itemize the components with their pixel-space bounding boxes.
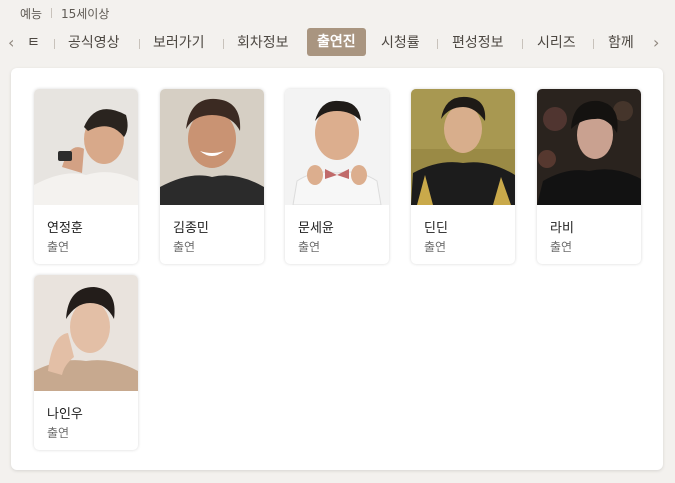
tab-ratings[interactable]: 시청률	[381, 29, 420, 57]
tab-watch[interactable]: 보러가기	[153, 29, 205, 57]
cast-role: 출연	[47, 426, 70, 440]
tab-episodes[interactable]: 회차정보	[237, 29, 289, 57]
cast-name: 연정훈	[47, 221, 83, 236]
cast-role: 출연	[298, 240, 321, 254]
cast-name: 김종민	[173, 221, 209, 236]
cast-card[interactable]: 김종민 출연	[160, 89, 264, 264]
tab-together[interactable]: 함께	[608, 29, 634, 57]
cast-role: 출연	[47, 240, 70, 254]
cast-role: 출연	[424, 240, 447, 254]
cast-photo	[34, 89, 138, 205]
cast-photo	[285, 89, 389, 205]
tab-cast[interactable]: 출연진	[307, 28, 366, 56]
tab-divider	[54, 39, 55, 49]
cast-name: 나인우	[47, 407, 83, 422]
cast-card[interactable]: 나인우 출연	[34, 275, 138, 450]
cast-card[interactable]: 문세윤 출연	[285, 89, 389, 264]
cast-photo	[34, 275, 138, 391]
program-tab-nav: ‹ ㅌ 공식영상 보러가기 회차정보 출연진 시청률 편성정보 시리즈 함께 ›	[0, 27, 675, 59]
tab-schedule[interactable]: 편성정보	[452, 29, 504, 57]
cast-name: 딘딘	[424, 221, 448, 236]
genre-label: 예능	[20, 7, 43, 21]
cast-photo	[160, 89, 264, 205]
cast-photo	[411, 89, 515, 205]
tab-divider	[522, 39, 523, 49]
chevron-left-icon[interactable]: ‹	[8, 34, 14, 52]
tab-divider	[593, 39, 594, 49]
cast-role: 출연	[550, 240, 573, 254]
cast-name: 라비	[550, 221, 574, 236]
cast-name: 문세윤	[298, 221, 334, 236]
cast-role: 출연	[173, 240, 196, 254]
tab-divider	[437, 39, 438, 49]
chevron-right-icon[interactable]: ›	[653, 34, 659, 52]
cast-photo	[537, 89, 641, 205]
tab-divider	[223, 39, 224, 49]
tab-partial-first[interactable]: ㅌ	[27, 29, 40, 57]
tab-official-video[interactable]: 공식영상	[68, 29, 120, 57]
tab-divider	[139, 39, 140, 49]
cast-card[interactable]: 연정훈 출연	[34, 89, 138, 264]
meta-divider	[51, 8, 52, 18]
cast-card[interactable]: 딘딘 출연	[411, 89, 515, 264]
cast-card[interactable]: 라비 출연	[537, 89, 641, 264]
tab-series[interactable]: 시리즈	[537, 29, 576, 57]
program-meta-bar: 예능 15세이상	[0, 0, 675, 24]
age-rating-label: 15세이상	[61, 7, 110, 21]
cast-panel: 연정훈 출연 김종민 출연 문세윤 출연 딘딘 출연 라비 출연 나인우 출연	[11, 68, 663, 470]
